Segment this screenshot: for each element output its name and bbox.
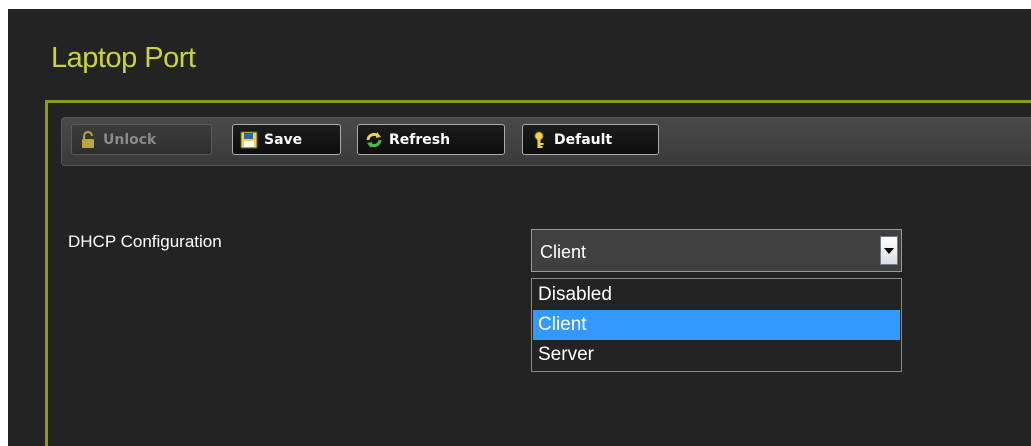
- refresh-button-label: Refresh: [389, 131, 451, 148]
- option-client[interactable]: Client: [533, 310, 900, 340]
- save-button-label: Save: [264, 131, 303, 148]
- dhcp-configuration-select[interactable]: Client: [531, 229, 902, 272]
- floppy-icon: [240, 131, 258, 149]
- default-button-label: Default: [554, 131, 613, 148]
- unlock-button[interactable]: Unlock: [71, 124, 212, 155]
- default-button[interactable]: Default: [522, 124, 659, 155]
- dhcp-configuration-label: DHCP Configuration: [68, 232, 222, 251]
- option-disabled[interactable]: Disabled: [533, 280, 900, 310]
- unlock-button-label: Unlock: [103, 131, 157, 148]
- option-server[interactable]: Server: [533, 340, 900, 370]
- page-title: Laptop Port: [51, 42, 196, 74]
- lock-icon: [79, 130, 97, 149]
- refresh-icon: [365, 131, 383, 149]
- chevron-down-icon[interactable]: [880, 236, 898, 265]
- key-icon: [530, 131, 548, 149]
- dhcp-options-list: Disabled Client Server: [531, 278, 902, 372]
- dhcp-selected-value: Client: [540, 242, 587, 262]
- refresh-button[interactable]: Refresh: [357, 124, 505, 155]
- save-button[interactable]: Save: [232, 124, 341, 155]
